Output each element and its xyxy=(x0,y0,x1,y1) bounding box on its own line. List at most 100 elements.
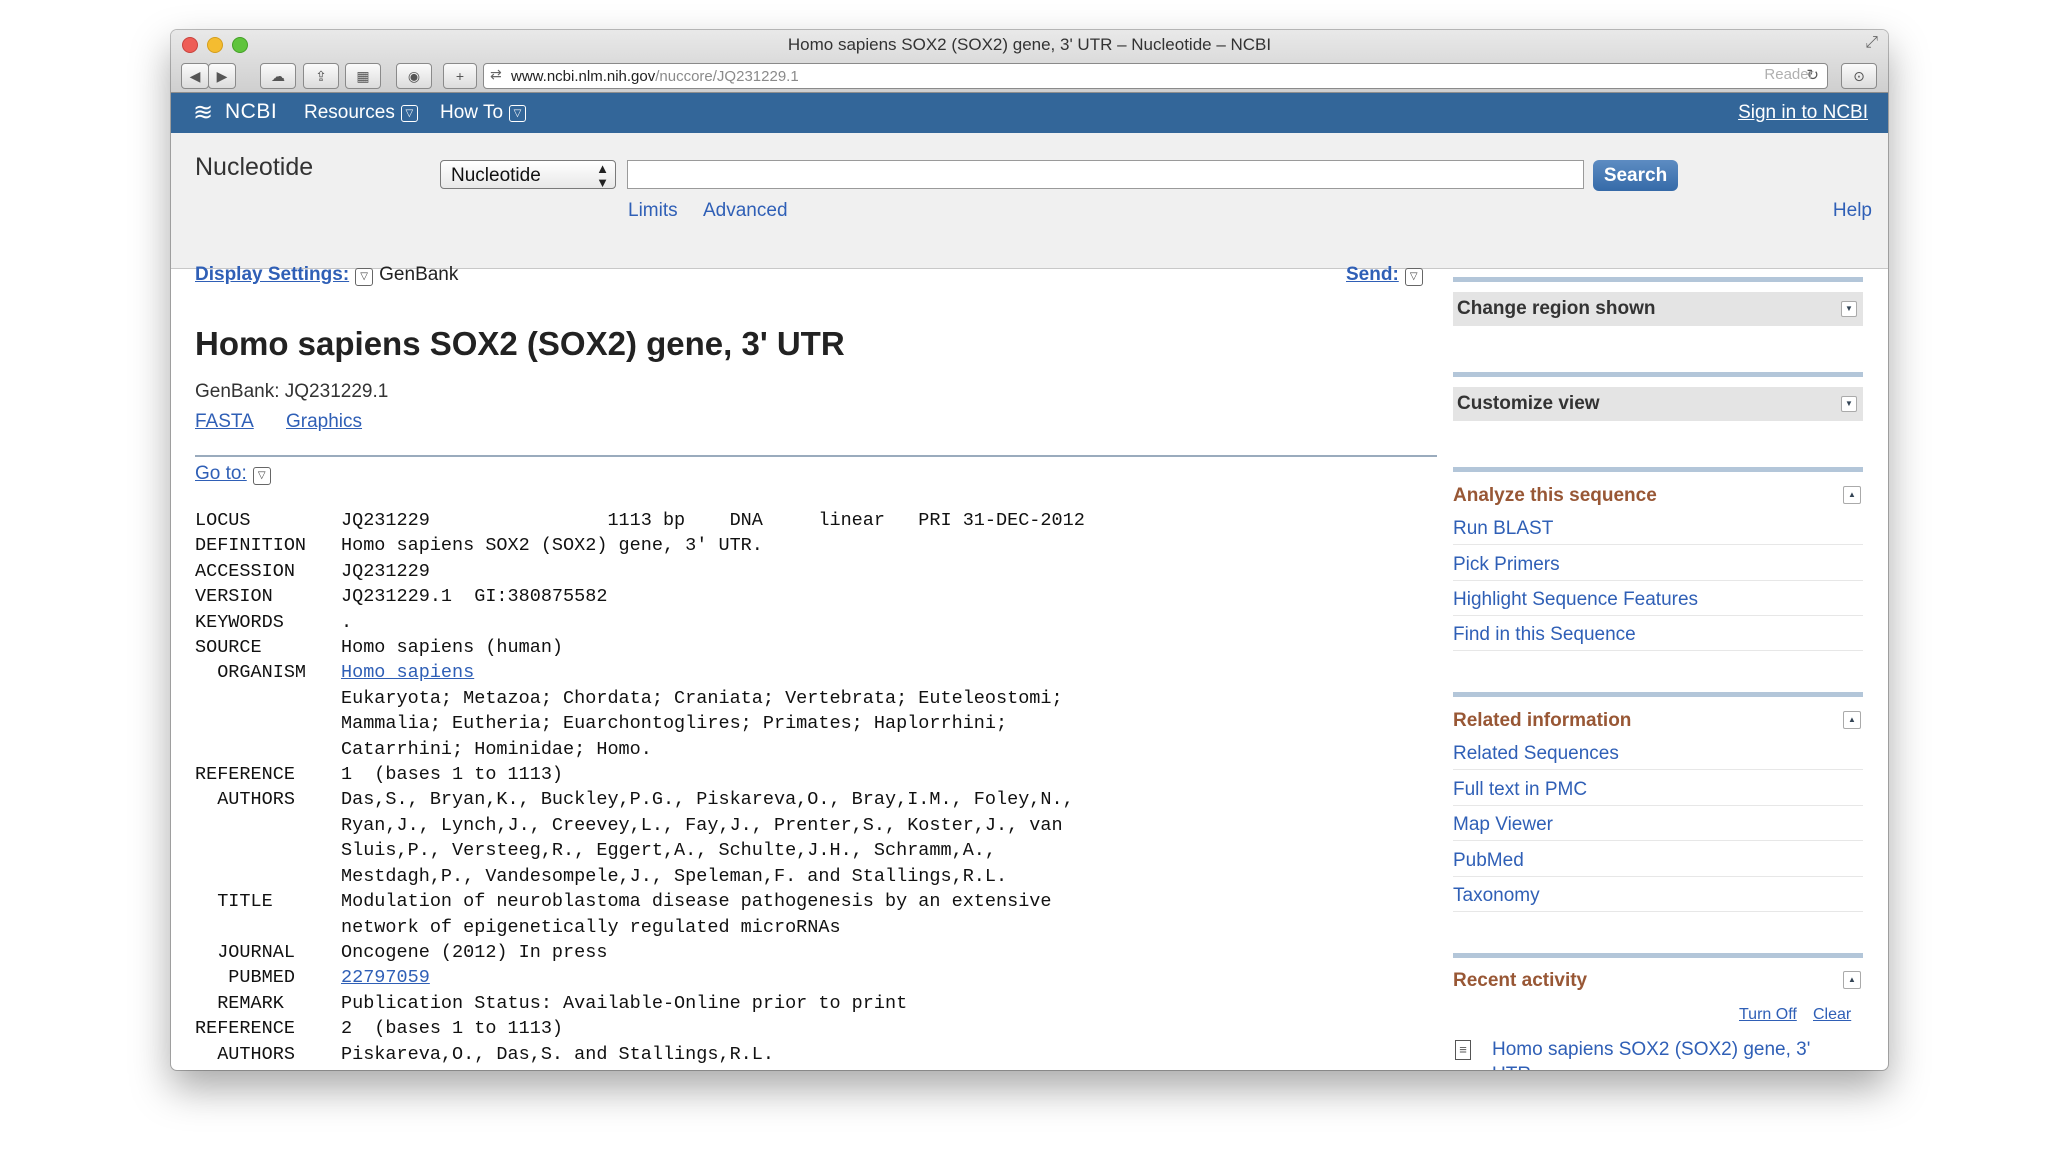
field-key: LOCUS xyxy=(195,510,251,531)
panel-divider xyxy=(1453,467,1863,472)
graphics-link[interactable]: Graphics xyxy=(286,411,362,433)
section-title-text: Related information xyxy=(1453,710,1632,731)
full-text-pmc-link[interactable]: Full text in PMC xyxy=(1453,779,1863,806)
help-link[interactable]: Help xyxy=(1833,200,1872,222)
pubmed-sidebar-link[interactable]: PubMed xyxy=(1453,850,1863,877)
limits-link[interactable]: Limits xyxy=(628,200,678,222)
turn-off-link[interactable]: Turn Off xyxy=(1739,1006,1797,1024)
goto-link[interactable]: Go to: xyxy=(195,463,247,484)
url-domain: www.ncbi.nlm.nih.gov xyxy=(511,68,656,85)
howto-label: How To xyxy=(440,102,504,123)
field-value: Catarrhini; Hominidae; Homo. xyxy=(341,738,652,760)
url-text: www.ncbi.nlm.nih.gov/nuccore/JQ231229.1 xyxy=(511,68,799,85)
fullscreen-icon[interactable]: ⤢ xyxy=(1865,34,1878,52)
related-sequences-link[interactable]: Related Sequences xyxy=(1453,743,1863,770)
downloads-button[interactable]: ⊙ xyxy=(1841,63,1877,89)
pick-primers-link[interactable]: Pick Primers xyxy=(1453,554,1863,581)
sign-in-link[interactable]: Sign in to NCBI xyxy=(1738,102,1868,124)
field-value: 2 (bases 1 to 1113) xyxy=(341,1018,564,1040)
recent-activity-item[interactable]: Homo sapiens SOX2 (SOX2) gene, 3' UTR xyxy=(1492,1037,1852,1070)
pubmed-link[interactable]: 22797059 xyxy=(341,967,430,988)
search-input[interactable] xyxy=(627,160,1584,189)
display-settings-link[interactable]: Display Settings: xyxy=(195,264,349,285)
icloud-button[interactable]: ☁ xyxy=(260,63,296,89)
field-key: REFERENCE xyxy=(195,1018,295,1040)
back-button[interactable]: ◀ xyxy=(181,63,209,89)
record-title: Homo sapiens SOX2 (SOX2) gene, 3' UTR xyxy=(195,325,845,362)
goto-menu: Go to: ▽ xyxy=(195,463,271,485)
chevron-down-icon[interactable]: ▽ xyxy=(252,467,271,485)
section-title-text: Analyze this sequence xyxy=(1453,485,1657,506)
reader-button[interactable]: Reader xyxy=(1749,63,1829,87)
browser-window: Homo sapiens SOX2 (SOX2) gene, 3' UTR – … xyxy=(171,30,1888,1070)
organism-link[interactable]: Homo sapiens xyxy=(341,662,474,683)
field-value: Sluis,P., Versteeg,R., Eggert,A., Schult… xyxy=(341,840,997,862)
database-title: Nucleotide xyxy=(195,153,314,181)
field-value: network of epigenetically regulated micr… xyxy=(341,916,841,938)
field-value: Mestdagh,P., Vandesompele,J., Speleman,F… xyxy=(341,865,1008,887)
add-icon: + xyxy=(455,68,465,84)
display-settings: Display Settings: ▽ GenBank xyxy=(195,264,458,286)
field-key: SOURCE xyxy=(195,637,262,659)
ncbi-header: ≋ NCBI Resources ▽ How To ▽ Sign in to NCB… xyxy=(171,93,1888,133)
highlight-features-link[interactable]: Highlight Sequence Features xyxy=(1453,589,1863,616)
collapse-arrow-icon[interactable]: ▲ xyxy=(1843,486,1861,504)
change-region-panel[interactable]: Change region shown ▼ xyxy=(1453,292,1863,326)
ncbi-logo-icon[interactable]: ≋ xyxy=(193,98,213,127)
chevron-down-icon[interactable]: ▽ xyxy=(1404,268,1423,286)
dropdown-arrow-icon[interactable]: ▼ xyxy=(1841,396,1857,412)
share-button[interactable]: ⇪ xyxy=(303,63,339,89)
clear-link[interactable]: Clear xyxy=(1813,1006,1851,1024)
field-value: Ryan,J., Lynch,J., Creevey,L., Fay,J., P… xyxy=(341,814,1063,836)
search-button[interactable]: Search xyxy=(1593,160,1678,191)
chevron-down-icon: ▽ xyxy=(509,105,527,122)
analyze-section-title: Analyze this sequence ▲ xyxy=(1453,485,1863,507)
collapse-arrow-icon[interactable]: ▲ xyxy=(1843,971,1861,989)
send-link[interactable]: Send: xyxy=(1346,264,1399,285)
resources-label: Resources xyxy=(304,102,395,123)
share-icon: ⇪ xyxy=(315,68,327,84)
address-bar[interactable]: ⇄ www.ncbi.nlm.nih.gov/nuccore/JQ231229.… xyxy=(483,63,1828,89)
download-icon: ⊙ xyxy=(1853,68,1865,84)
history-icon: ◉ xyxy=(407,68,421,84)
field-value: Oncogene (2012) In press xyxy=(341,941,608,963)
search-area: Nucleotide Nucleotide ▲ ▼ Search Limits A… xyxy=(171,133,1888,269)
customize-view-panel[interactable]: Customize view ▼ xyxy=(1453,387,1863,421)
genbank-record: LOCUS JQ231229 1113 bp DNA linear PRI 31-… xyxy=(195,508,1085,1067)
collapse-arrow-icon[interactable]: ▲ xyxy=(1843,711,1861,729)
new-tab-button[interactable]: + xyxy=(443,63,477,89)
find-in-sequence-link[interactable]: Find in this Sequence xyxy=(1453,624,1863,651)
divider xyxy=(195,455,1437,457)
field-value: Das,S., Bryan,K., Buckley,P.G., Piskarev… xyxy=(341,789,1074,811)
field-key: PUBMED xyxy=(195,967,295,989)
history-button[interactable]: ◉ xyxy=(396,63,432,89)
field-key: AUTHORS xyxy=(195,789,295,811)
back-icon: ◀ xyxy=(189,68,201,84)
field-value: Modulation of neuroblastoma disease path… xyxy=(341,891,1052,913)
field-value: JQ231229 1113 bp DNA linear PRI 31-DEC-2… xyxy=(341,510,1085,531)
url-path: /nuccore/JQ231229.1 xyxy=(655,68,799,85)
document-icon: ≡ xyxy=(1455,1040,1471,1060)
field-value: 1 (bases 1 to 1113) xyxy=(341,764,564,786)
panel-divider xyxy=(1453,692,1863,697)
database-select[interactable]: Nucleotide ▲ ▼ xyxy=(440,160,616,190)
run-blast-link[interactable]: Run BLAST xyxy=(1453,518,1863,545)
select-arrows-icon: ▲ ▼ xyxy=(596,161,609,190)
section-title-text: Recent activity xyxy=(1453,970,1588,991)
map-viewer-link[interactable]: Map Viewer xyxy=(1453,814,1863,841)
dropdown-arrow-icon[interactable]: ▼ xyxy=(1841,301,1857,317)
taxonomy-link[interactable]: Taxonomy xyxy=(1453,885,1863,912)
tabs-button[interactable]: ▦ xyxy=(345,63,381,89)
related-section-title: Related information ▲ xyxy=(1453,710,1863,732)
resources-menu[interactable]: Resources ▽ xyxy=(304,102,418,124)
ncbi-logo[interactable]: NCBI xyxy=(225,100,277,124)
forward-button[interactable]: ▶ xyxy=(208,63,236,89)
tabs-icon: ▦ xyxy=(356,68,370,84)
fasta-link[interactable]: FASTA xyxy=(195,411,254,433)
field-value: Piskareva,O., Das,S. and Stallings,R.L. xyxy=(341,1043,774,1065)
howto-menu[interactable]: How To ▽ xyxy=(440,102,527,124)
advanced-link[interactable]: Advanced xyxy=(703,200,788,222)
chevron-down-icon[interactable]: ▽ xyxy=(355,268,374,286)
field-key: DEFINITION xyxy=(195,535,307,557)
send-menu: Send: ▽ xyxy=(1346,264,1423,286)
